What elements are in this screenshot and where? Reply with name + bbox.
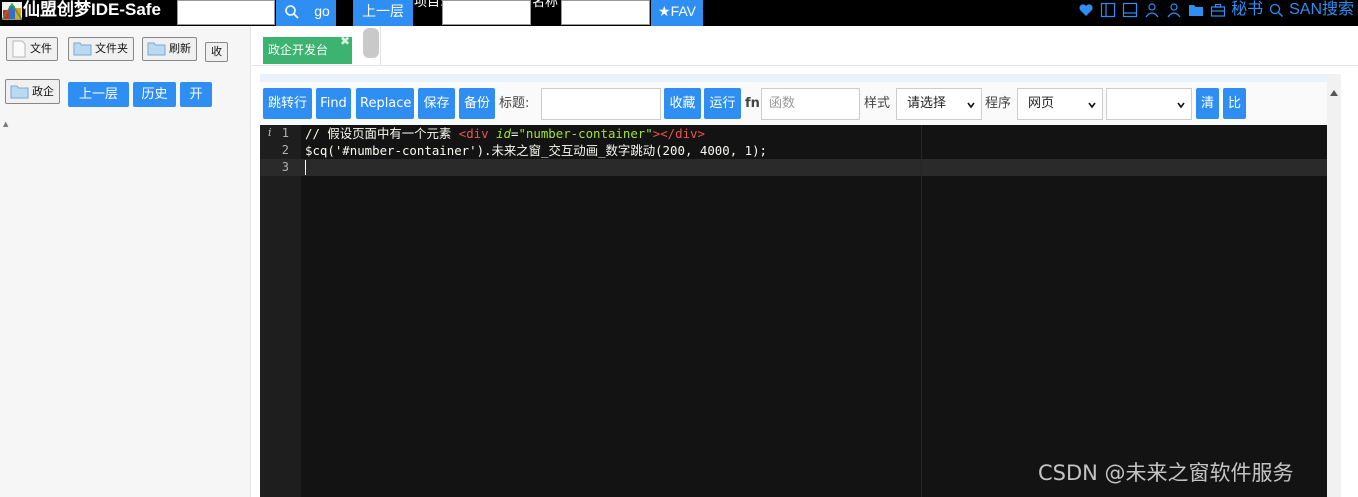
active-line-highlight [301, 159, 1327, 176]
folder-icon [147, 42, 166, 56]
html-attr-value: "number-container" [518, 126, 653, 141]
panel-left-icon[interactable] [1099, 1, 1117, 19]
magnifier-icon [1267, 1, 1285, 19]
save-button[interactable]: 保存 [418, 88, 455, 119]
search-button[interactable] [276, 0, 308, 26]
refresh-label: 刷新 [169, 42, 191, 55]
html-attribute: id [496, 126, 511, 141]
close-icon[interactable]: ✖ [340, 35, 350, 47]
line-number: 2 [281, 143, 289, 157]
title-input[interactable] [541, 88, 661, 120]
briefcase-icon[interactable] [1209, 1, 1227, 19]
editor-tab-strip: 政企开发台 ✖ [252, 26, 1358, 66]
up-level-nav-button[interactable]: 上一层 [68, 82, 129, 107]
heart-icon[interactable] [1077, 1, 1095, 19]
folder-icon[interactable] [1187, 1, 1205, 19]
find-button[interactable]: Find [316, 88, 351, 119]
code-line-1: // 假设页面中有一个元素 <div id="number-container"… [305, 125, 705, 142]
collect-button[interactable]: 收藏 [664, 88, 701, 119]
title-label: 标题: [499, 96, 530, 111]
editor-scrollbar[interactable] [1327, 74, 1341, 497]
replace-button[interactable]: Replace [356, 88, 414, 119]
line-number-gutter: i 1 2 3 [260, 125, 301, 497]
top-right-tools: 秘书 SAN搜索 [1077, 0, 1358, 20]
new-file-button[interactable]: 文件 [6, 37, 58, 61]
collapse-button[interactable]: 收 [205, 42, 228, 62]
run-button[interactable]: 运行 [704, 88, 741, 119]
backup-button[interactable]: 备份 [459, 88, 495, 119]
tab-government-dev[interactable]: 政企开发台 ✖ [263, 35, 352, 64]
app-title: 仙盟创梦IDE-Safe [23, 0, 161, 19]
app-logo-icon [2, 2, 22, 20]
style-label: 样式 [864, 96, 891, 111]
line-number: 1 [281, 126, 289, 140]
scroll-up-arrow-icon[interactable]: ▲ [3, 120, 8, 128]
html-tag: <div [458, 126, 489, 141]
html-tag: ></div> [652, 126, 705, 141]
file-explorer-panel: 文件 文件夹 刷新 收 政企 上一层 历史 开 ▲ [0, 26, 251, 497]
fn-label: fn [745, 96, 760, 111]
editor-container: 跳转行 Find Replace 保存 备份 标题: 收藏 运行 fn 函数 样… [260, 74, 1341, 497]
name-label: 名称 [532, 0, 559, 10]
line-number: 3 [260, 159, 301, 176]
code-editor[interactable]: i 1 2 3 // 假设页面中有一个元素 <div id="number-co… [260, 125, 1327, 497]
up-level-button[interactable]: 上一层 [353, 0, 413, 26]
program-select[interactable]: 网页 [1017, 88, 1103, 120]
function-input[interactable]: 函数 [761, 88, 860, 120]
top-bar: 仙盟创梦IDE-Safe go 上一层 项目: 名称 ★FAV 秘书 SAN搜索 [0, 0, 1358, 26]
new-folder-label: 文件夹 [95, 42, 128, 55]
clear-button[interactable]: 清 [1196, 88, 1219, 119]
style-select[interactable]: 请选择 [896, 88, 982, 120]
tab-scroll-handle[interactable] [363, 28, 379, 58]
project-input[interactable] [442, 0, 531, 25]
tab-divider [380, 26, 381, 66]
print-margin [921, 125, 922, 497]
program-label: 程序 [985, 96, 1012, 111]
new-folder-button[interactable]: 文件夹 [68, 37, 134, 61]
editor-top-strip [260, 74, 1341, 82]
chevron-down-icon [1088, 102, 1096, 109]
code-line-2: $cq('#number-container').未来之窗_交互动画_数字跳动(… [305, 143, 767, 158]
tab-label: 政企开发台 [268, 43, 329, 57]
user-icon[interactable] [1143, 1, 1161, 19]
compare-button[interactable]: 比 [1223, 88, 1246, 119]
watermark: CSDN @未来之窗软件服务 [1038, 461, 1294, 485]
chevron-down-icon [967, 102, 975, 109]
folder-icon [10, 85, 29, 98]
style-select-value: 请选择 [907, 96, 947, 111]
text-cursor [305, 160, 306, 175]
scroll-up-arrow-icon[interactable] [1330, 90, 1338, 96]
name-input[interactable] [561, 0, 650, 25]
chevron-down-icon [1177, 102, 1185, 109]
history-button[interactable]: 历史 [133, 82, 176, 107]
open-button[interactable]: 开 [180, 82, 212, 107]
editor-toolbar: 跳转行 Find Replace 保存 备份 标题: 收藏 运行 fn 函数 样… [260, 82, 1341, 125]
fav-button[interactable]: ★FAV [651, 0, 703, 26]
project-label: 项目: [414, 0, 445, 10]
new-file-label: 文件 [30, 42, 52, 55]
san-search-link[interactable]: SAN搜索 [1289, 1, 1354, 19]
right-gutter [1341, 66, 1358, 497]
panel-bottom-icon[interactable] [1121, 1, 1139, 19]
refresh-button[interactable]: 刷新 [142, 37, 197, 61]
program-select-value: 网页 [1028, 96, 1055, 111]
folder-icon [73, 42, 92, 56]
secretary-link[interactable]: 秘书 [1231, 1, 1263, 19]
code-comment: // 假设页面中有一个元素 [305, 126, 459, 141]
search-input[interactable] [177, 0, 275, 25]
extra-select[interactable] [1106, 88, 1192, 120]
current-folder-button[interactable]: 政企 [5, 79, 60, 104]
file-icon [12, 40, 26, 58]
user-outline-icon[interactable] [1165, 1, 1183, 19]
goto-line-button[interactable]: 跳转行 [263, 88, 312, 119]
search-icon [285, 5, 299, 19]
go-button[interactable]: go [308, 0, 336, 26]
current-folder-label: 政企 [32, 84, 54, 98]
